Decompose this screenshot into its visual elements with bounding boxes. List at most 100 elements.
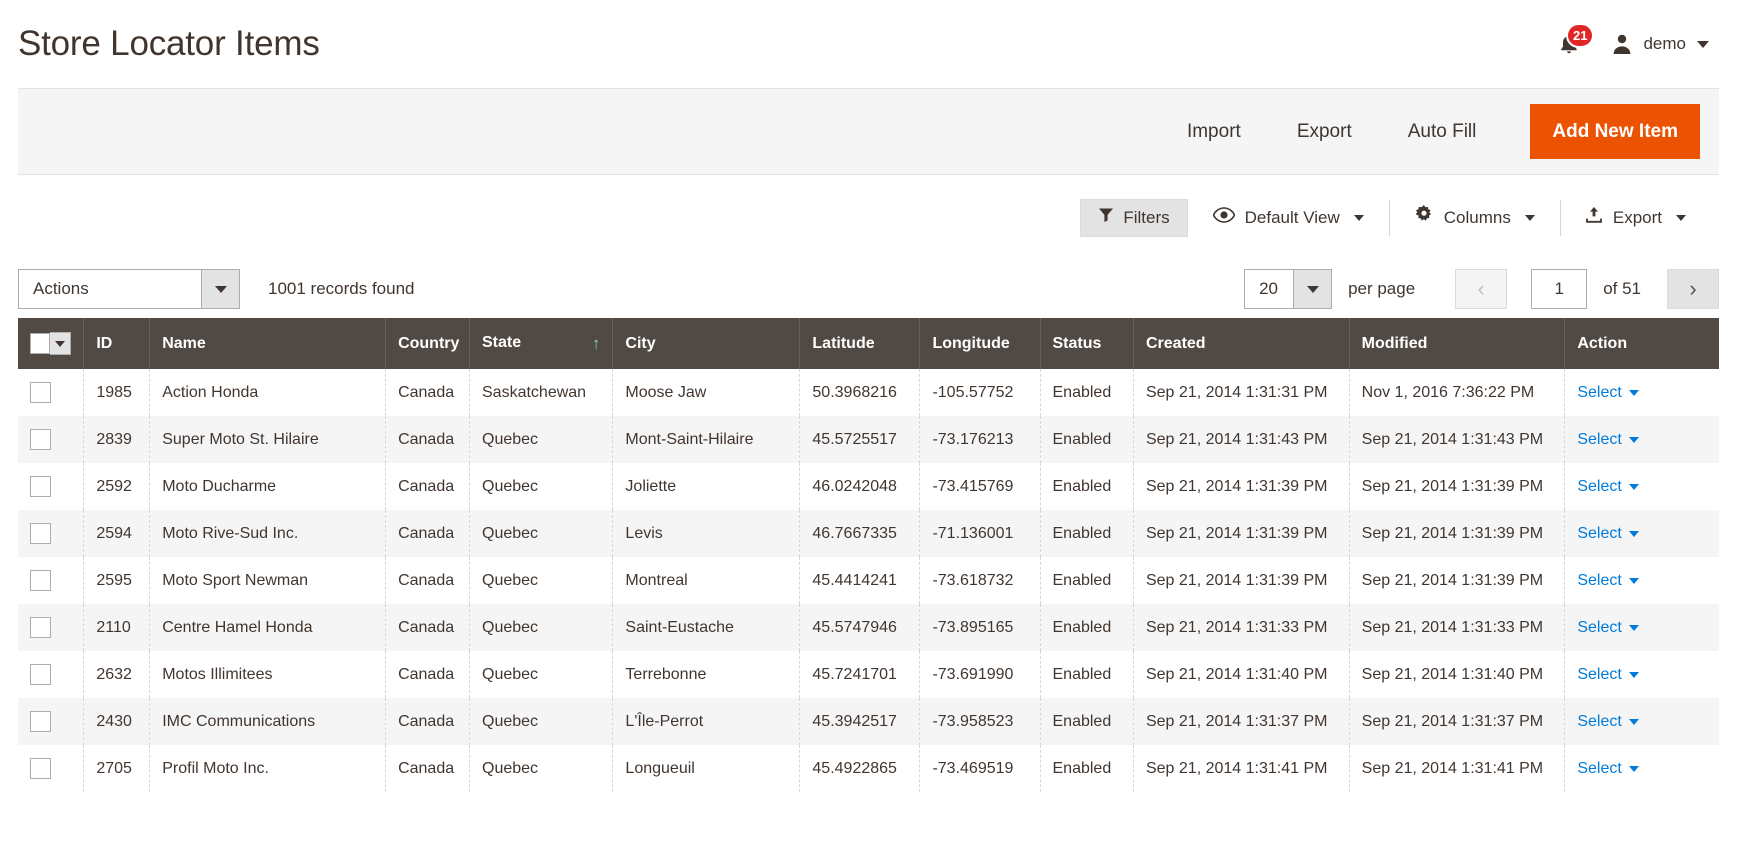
column-header-name[interactable]: Name (149, 318, 387, 369)
column-header-created[interactable]: Created (1133, 318, 1350, 369)
cell-name: Profil Moto Inc. (149, 745, 387, 792)
row-select-action[interactable]: Select (1577, 572, 1639, 590)
row-select-cell[interactable] (18, 604, 85, 651)
cell-status: Enabled (1040, 463, 1134, 510)
cell-city: Montreal (612, 557, 801, 604)
cell-action[interactable]: Select (1565, 510, 1719, 557)
notifications-button[interactable]: 21 (1554, 23, 1595, 61)
grid-export-dropdown[interactable]: Export (1559, 198, 1711, 238)
table-row[interactable]: 2632 Motos Illimitees Canada Quebec Terrebon… (18, 651, 1719, 698)
table-row[interactable]: 2839 Super Moto St. Hilaire Canada Quebec Mo… (18, 416, 1719, 463)
row-select-cell[interactable] (18, 463, 85, 510)
chevron-down-icon[interactable] (50, 332, 72, 355)
cell-modified: Sep 21, 2014 1:31:41 PM (1349, 745, 1566, 792)
cell-action[interactable]: Select (1565, 651, 1719, 698)
column-header-action[interactable]: Action (1564, 318, 1719, 369)
upload-icon (1585, 206, 1603, 229)
cell-country: Canada (385, 463, 470, 510)
cell-status: Enabled (1040, 416, 1134, 463)
cell-action[interactable]: Select (1565, 463, 1719, 510)
data-grid: ID Name Country State ↑ City Latitude Lo… (18, 318, 1719, 792)
row-select-action[interactable]: Select (1577, 712, 1639, 731)
row-select-cell[interactable] (18, 651, 85, 698)
chevron-down-icon (1628, 530, 1639, 537)
select-all-header[interactable] (18, 318, 85, 369)
per-page-select[interactable]: 20 (1244, 269, 1333, 309)
page-title: Store Locator Items (18, 24, 320, 63)
auto-fill-button[interactable]: Auto Fill (1380, 121, 1505, 143)
next-page-button[interactable]: › (1667, 269, 1719, 309)
column-header-longitude[interactable]: Longitude (919, 318, 1041, 369)
column-header-id[interactable]: ID (83, 318, 151, 369)
row-checkbox[interactable] (30, 617, 51, 638)
column-header-country[interactable]: Country (385, 318, 470, 369)
add-new-item-button[interactable]: Add New Item (1530, 104, 1700, 159)
column-header-city[interactable]: City (612, 318, 801, 369)
row-select-action[interactable]: Select (1577, 760, 1639, 778)
cell-action[interactable]: Select (1565, 745, 1719, 792)
row-select-cell[interactable] (18, 510, 85, 557)
row-select-cell[interactable] (18, 698, 85, 745)
cell-modified: Sep 21, 2014 1:31:39 PM (1349, 510, 1566, 557)
import-button[interactable]: Import (1159, 121, 1269, 143)
column-header-latitude[interactable]: Latitude (799, 318, 921, 369)
chevron-down-icon (1628, 671, 1639, 678)
cell-state: Quebec (469, 604, 614, 651)
default-view-dropdown[interactable]: Default View (1188, 198, 1389, 238)
row-select-cell[interactable] (18, 745, 85, 792)
cell-id: 2594 (83, 510, 151, 557)
cell-status: Enabled (1040, 369, 1134, 416)
row-select-cell[interactable] (18, 369, 85, 416)
row-checkbox[interactable] (30, 429, 51, 450)
table-row[interactable]: 2592 Moto Ducharme Canada Quebec Joliette 46.… (18, 463, 1719, 510)
row-checkbox[interactable] (30, 382, 51, 403)
export-button[interactable]: Export (1269, 121, 1380, 143)
per-page-value: 20 (1259, 279, 1278, 298)
row-select-action-label: Select (1577, 383, 1622, 401)
cell-action[interactable]: Select (1565, 604, 1719, 651)
chevron-down-icon (1628, 718, 1639, 725)
column-header-status[interactable]: Status (1040, 318, 1134, 369)
cell-latitude: 45.5747946 (799, 604, 921, 651)
column-header-modified[interactable]: Modified (1349, 318, 1566, 369)
table-row[interactable]: 1985 Action Honda Canada Saskatchewan Moose … (18, 369, 1719, 416)
notification-count-badge: 21 (1566, 23, 1595, 48)
row-select-action[interactable]: Select (1577, 383, 1639, 402)
row-select-action[interactable]: Select (1577, 525, 1639, 543)
table-row[interactable]: 2110 Centre Hamel Honda Canada Quebec Saint-… (18, 604, 1719, 651)
row-checkbox[interactable] (30, 476, 51, 497)
filters-button[interactable]: Filters (1080, 198, 1188, 237)
current-page-input[interactable] (1531, 269, 1588, 309)
cell-modified: Sep 21, 2014 1:31:43 PM (1349, 416, 1566, 463)
row-select-action-label: Select (1577, 477, 1622, 495)
actions-select[interactable]: Actions (18, 269, 240, 309)
row-checkbox[interactable] (30, 711, 51, 732)
cell-action[interactable]: Select (1565, 698, 1719, 745)
row-select-action[interactable]: Select (1577, 431, 1639, 449)
cell-action[interactable]: Select (1565, 369, 1719, 416)
row-select-cell[interactable] (18, 416, 85, 463)
table-row[interactable]: 2594 Moto Rive-Sud Inc. Canada Quebec Levis 4… (18, 510, 1719, 557)
row-select-action[interactable]: Select (1577, 619, 1639, 637)
table-row[interactable]: 2705 Profil Moto Inc. Canada Quebec Longueui… (18, 745, 1719, 792)
row-checkbox[interactable] (30, 523, 51, 544)
row-checkbox[interactable] (30, 570, 51, 591)
columns-dropdown[interactable]: Columns (1388, 198, 1560, 238)
cell-action[interactable]: Select (1565, 557, 1719, 604)
table-row[interactable]: 2595 Moto Sport Newman Canada Quebec Montrea… (18, 557, 1719, 604)
row-checkbox[interactable] (30, 758, 51, 779)
gear-icon (1414, 205, 1434, 230)
column-header-state[interactable]: State ↑ (469, 318, 614, 369)
previous-page-button[interactable]: ‹ (1455, 269, 1508, 309)
row-select-action[interactable]: Select (1577, 477, 1639, 496)
select-all-checkbox[interactable] (30, 333, 51, 354)
row-select-cell[interactable] (18, 557, 85, 604)
table-row[interactable]: 2430 IMC Communications Canada Quebec L'Île-… (18, 698, 1719, 745)
filters-label: Filters (1123, 207, 1170, 227)
row-checkbox[interactable] (30, 664, 51, 685)
row-select-action[interactable]: Select (1577, 666, 1639, 684)
row-select-action-label: Select (1577, 712, 1622, 730)
user-menu[interactable]: demo (1610, 32, 1709, 56)
cell-action[interactable]: Select (1565, 416, 1719, 463)
cell-id: 2430 (83, 698, 151, 745)
